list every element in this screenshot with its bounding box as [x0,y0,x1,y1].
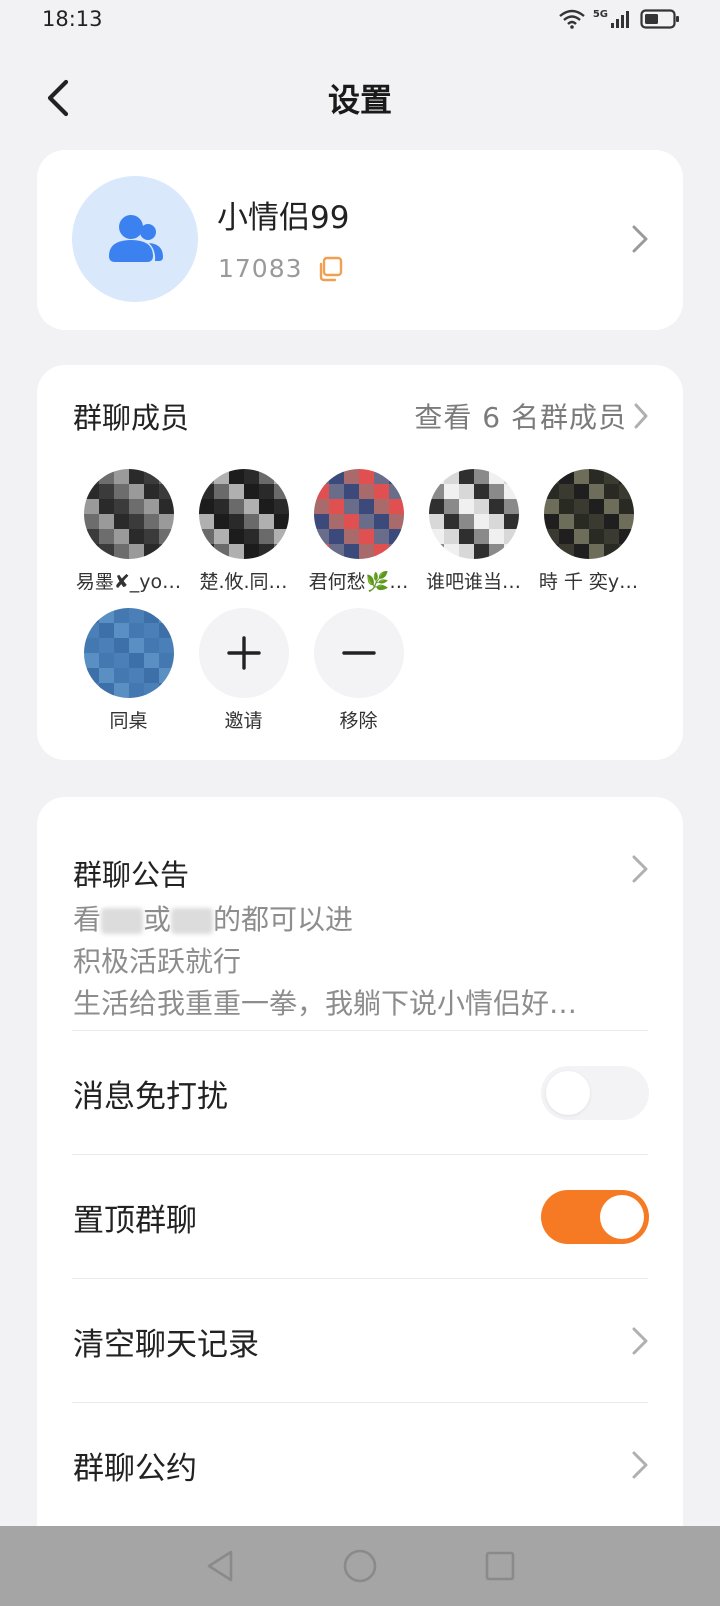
group-avatar [72,176,198,302]
member-name: 君何愁🌿… [308,571,409,593]
chevron-right-icon [632,1327,648,1355]
member-item[interactable]: 同桌 [71,608,186,733]
pin-chat-label: 置顶群聊 [73,1202,197,1239]
member-item[interactable]: 時 千 奕y… [531,469,646,594]
invite-member-button[interactable]: 邀请 [186,608,301,733]
member-row: 易墨✘_yo… 楚.攸.同… 君何愁🌿… 谁吧谁当… 時 千 奕y… [71,469,651,594]
status-icons: 5G [559,8,680,30]
announcement-text: 或 [143,903,172,936]
pin-chat-row: 置顶群聊 [73,1155,649,1279]
page-title: 设置 [327,81,392,119]
navigation-bar [0,1526,720,1606]
clear-history-row[interactable]: 清空聊天记录 [73,1279,649,1403]
announcement-line: 生活给我重重一拳，我躺下说小情侣好… [73,987,578,1020]
group-convention-label: 群聊公约 [73,1450,197,1487]
chevron-right-icon [631,854,649,888]
member-name: 易墨✘_yo… [75,571,182,593]
network-label: 5G [592,8,608,20]
group-convention-row[interactable]: 群聊公约 [73,1403,649,1527]
group-id-row: 17083 [218,254,343,283]
nav-home-button[interactable] [330,1536,390,1596]
members-title: 群聊成员 [73,401,190,435]
group-id: 17083 [218,254,303,283]
announcement-title: 群聊公告 [73,858,190,892]
toggle-knob [546,1071,590,1115]
copy-icon[interactable] [317,256,343,282]
group-people-icon [109,215,163,262]
group-announcement[interactable]: 群聊公告 看 或 的都可以进 积极活跃就行 生活给我重重一拳，我躺下说小情侣好… [73,852,649,1022]
status-bar: 18:13 5G [0,0,720,38]
invite-label: 邀请 [224,710,263,732]
member-avatar [313,469,404,559]
announcement-text: 的都可以进 [213,903,354,936]
member-avatar [83,469,174,559]
minus-icon [341,651,376,655]
battery-icon [640,8,680,30]
blurred-text [101,908,144,934]
square-recents-icon [485,1551,515,1581]
member-avatar [543,469,634,559]
member-item[interactable]: 君何愁🌿… [301,469,416,594]
clear-history-label: 清空聊天记录 [73,1326,259,1363]
plus-icon [226,636,261,670]
wifi-icon [559,9,585,29]
group-profile-card[interactable]: 小情侣99 17083 [37,150,683,330]
announcement-line: 积极活跃就行 [73,945,242,978]
pin-chat-toggle[interactable] [541,1190,649,1244]
blurred-text [171,908,214,934]
member-avatar [198,469,289,559]
members-grid: 易墨✘_yo… 楚.攸.同… 君何愁🌿… 谁吧谁当… 時 千 奕y… 同桌 邀请 移除 [71,469,651,733]
member-name: 谁吧谁当… [425,571,521,593]
group-members-card: 群聊成员 查看 6 名群成员 易墨✘_yo… 楚.攸.同… 君何愁🌿… 谁吧谁当… 時 … [37,365,683,760]
member-name: 時 千 奕y… [538,571,639,593]
mute-notifications-row: 消息免打扰 [73,1031,649,1155]
member-item[interactable]: 楚.攸.同… [186,469,301,594]
mute-notifications-label: 消息免打扰 [73,1078,228,1115]
remove-member-circle [313,608,404,698]
member-row: 同桌 邀请 移除 [71,608,651,733]
circle-home-icon [343,1549,377,1583]
toggle-knob [600,1195,644,1239]
group-name: 小情侣99 [217,200,350,236]
chevron-right-icon [632,1451,648,1479]
triangle-back-icon [207,1550,233,1582]
member-item[interactable]: 谁吧谁当… [416,469,531,594]
signal-icon [610,9,632,29]
nav-recents-button[interactable] [470,1536,530,1596]
mute-notifications-toggle[interactable] [541,1066,649,1120]
back-arrow-icon [47,79,69,117]
member-item[interactable]: 易墨✘_yo… [71,469,186,594]
status-time: 18:13 [42,7,103,31]
add-member-circle [198,608,289,698]
nav-back-button[interactable] [190,1536,250,1596]
member-name: 楚.攸.同… [199,571,288,593]
member-avatar [83,608,174,698]
chevron-right-icon [631,224,649,258]
view-members-label: 查看 6 名群成员 [414,401,627,434]
view-all-members-button[interactable]: 查看 6 名群成员 [414,396,649,436]
member-avatar [428,469,519,559]
member-name: 同桌 [109,710,148,732]
announcement-text: 看 [73,903,102,936]
announcement-line: 看 或 的都可以进 [73,902,649,938]
members-header: 群聊成员 查看 6 名群成员 [73,395,649,437]
remove-member-button[interactable]: 移除 [301,608,416,733]
remove-label: 移除 [339,710,378,732]
back-button[interactable] [36,76,80,120]
chevron-right-icon [634,403,648,429]
header: 设置 [0,58,720,138]
group-settings-card: 群聊公告 看 或 的都可以进 积极活跃就行 生活给我重重一拳，我躺下说小情侣好… 消… [37,797,683,1557]
